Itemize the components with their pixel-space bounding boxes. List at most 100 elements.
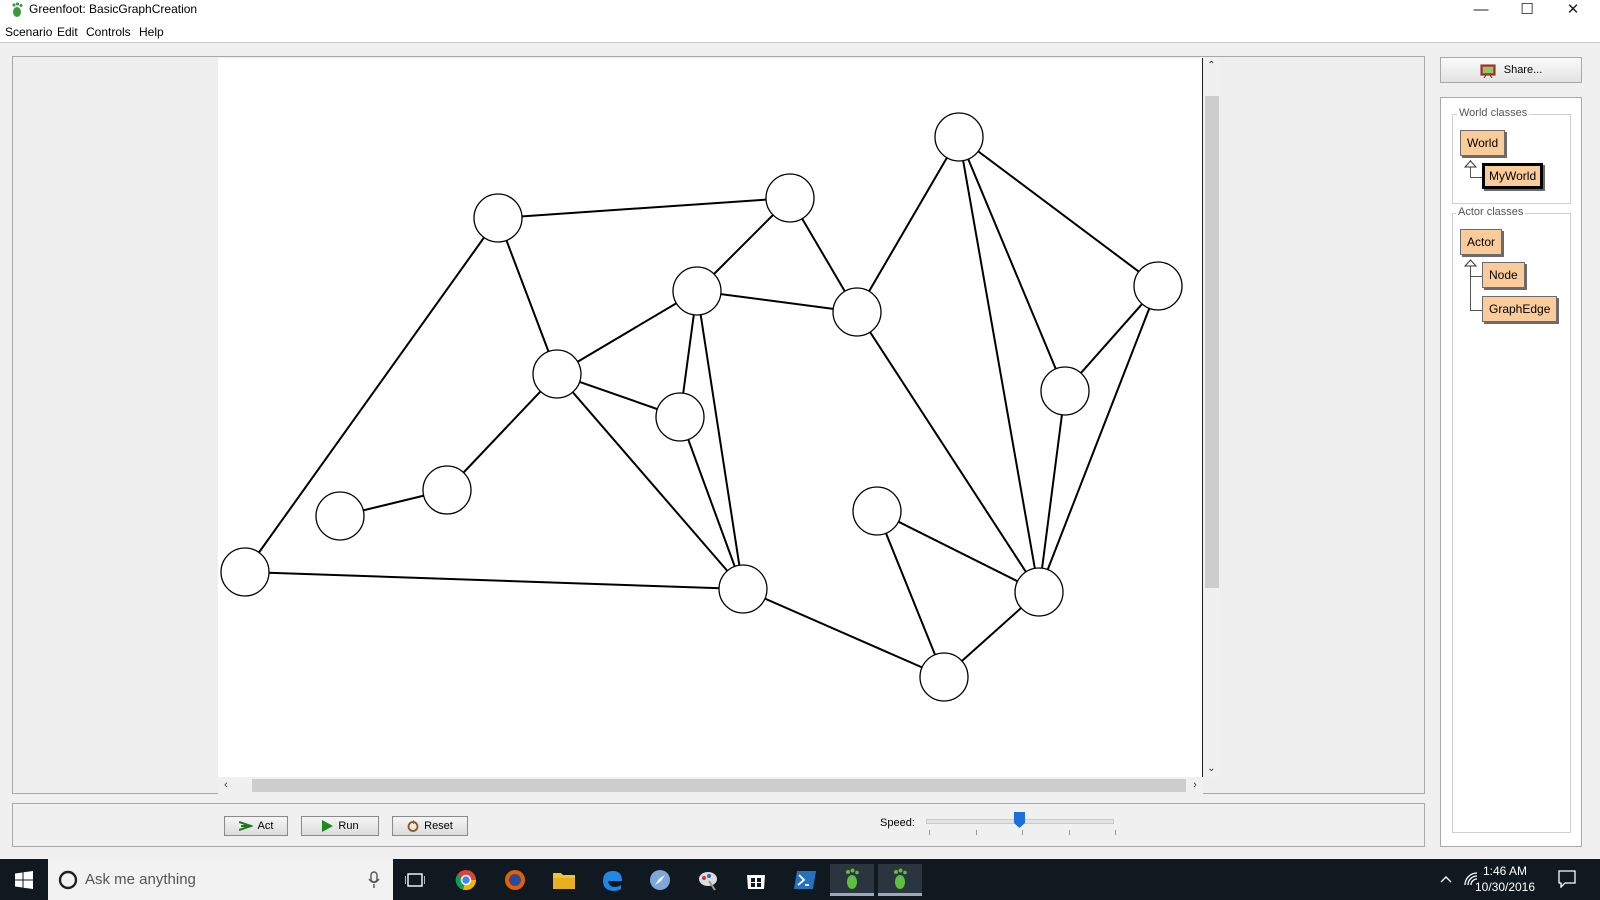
share-icon	[1480, 64, 1496, 78]
graph-edge[interactable]	[1038, 285, 1159, 593]
graph-node[interactable]	[532, 349, 582, 399]
run-label: Run	[338, 820, 359, 832]
inheritance-line	[1470, 177, 1482, 178]
menu-scenario[interactable]: Scenario	[5, 25, 52, 39]
inheritance-arrow-icon	[1464, 259, 1477, 267]
vertical-scroll-thumb[interactable]	[1205, 96, 1219, 588]
graph-node[interactable]	[934, 112, 984, 162]
speed-slider-thumb[interactable]	[1014, 812, 1025, 828]
slider-tick	[976, 830, 977, 835]
scroll-left-icon[interactable]: ‹	[218, 777, 234, 794]
graph-edge[interactable]	[876, 510, 1040, 593]
class-world[interactable]: World	[1460, 130, 1506, 156]
menu-bar: Scenario Edit Controls Help	[0, 22, 1600, 43]
graph-node[interactable]	[1040, 366, 1090, 416]
edge-icon[interactable]	[590, 864, 634, 896]
cortana-icon	[58, 870, 78, 890]
graph-node[interactable]	[852, 486, 902, 536]
greenfoot-icon-2[interactable]	[878, 864, 922, 896]
graph-edge[interactable]	[958, 136, 1040, 593]
action-center-icon[interactable]	[1558, 870, 1576, 888]
reset-button[interactable]: Reset	[392, 816, 468, 836]
horizontal-scrollbar[interactable]: ‹ ›	[218, 777, 1203, 794]
act-icon	[238, 821, 253, 831]
graph-edge[interactable]	[244, 217, 499, 573]
file-explorer-icon[interactable]	[542, 864, 586, 896]
greenfoot-app-icon	[12, 2, 23, 17]
graph-edge[interactable]	[856, 311, 1040, 593]
minimize-button[interactable]: —	[1458, 0, 1504, 22]
scroll-up-icon[interactable]: ⌃	[1203, 58, 1220, 74]
chrome-icon[interactable]	[444, 864, 488, 896]
slider-tick	[1069, 830, 1070, 835]
graph-node[interactable]	[832, 287, 882, 337]
start-button[interactable]	[0, 859, 48, 900]
reset-icon	[407, 820, 419, 832]
graph-node[interactable]	[422, 465, 472, 515]
close-button[interactable]: ✕	[1550, 0, 1596, 22]
class-actor[interactable]: Actor	[1460, 229, 1503, 255]
graph-node[interactable]	[655, 392, 705, 442]
search-box[interactable]: Ask me anything	[48, 859, 393, 900]
run-button[interactable]: Run	[301, 816, 379, 836]
clock-date: 10/30/2016	[1474, 880, 1536, 894]
graph-node[interactable]	[220, 547, 270, 597]
system-clock[interactable]: 1:46 AM 10/30/2016	[1470, 863, 1540, 895]
act-button[interactable]: Act	[224, 816, 288, 836]
class-graphedge[interactable]: GraphEdge	[1482, 296, 1558, 322]
task-view-icon[interactable]	[393, 864, 437, 896]
class-myworld[interactable]: MyWorld	[1482, 163, 1544, 189]
class-node[interactable]: Node	[1482, 262, 1525, 288]
firefox-icon[interactable]	[493, 864, 537, 896]
play-icon	[322, 820, 334, 832]
graph-node[interactable]	[1133, 261, 1183, 311]
microphone-icon[interactable]	[368, 871, 380, 889]
menu-edit[interactable]: Edit	[57, 25, 78, 39]
taskbar: Ask me anything 1:46 AM 10/30/2016	[0, 859, 1600, 900]
act-label: Act	[257, 820, 274, 832]
window-title: Greenfoot: BasicGraphCreation	[29, 2, 198, 16]
speed-label: Speed:	[880, 817, 915, 829]
windows-icon	[15, 870, 33, 889]
graph-edge[interactable]	[244, 571, 744, 590]
search-placeholder: Ask me anything	[85, 871, 196, 888]
graph-edge[interactable]	[497, 197, 791, 219]
graph-edge[interactable]	[958, 136, 1066, 392]
graph-node[interactable]	[765, 173, 815, 223]
scroll-down-icon[interactable]: ⌄	[1203, 761, 1220, 777]
graph-node[interactable]	[1014, 567, 1064, 617]
graph-node[interactable]	[473, 193, 523, 243]
inheritance-line	[1470, 276, 1482, 277]
world-classes-group	[1452, 114, 1571, 204]
powershell-icon[interactable]	[783, 864, 827, 896]
scroll-right-icon[interactable]: ›	[1187, 777, 1203, 794]
clock-time: 1:46 AM	[1482, 864, 1528, 878]
inheritance-line	[1470, 310, 1482, 311]
show-hidden-icons-icon[interactable]	[1440, 875, 1452, 883]
world-canvas[interactable]	[218, 58, 1203, 777]
safari-icon[interactable]	[638, 864, 682, 896]
actor-classes-label: Actor classes	[1456, 206, 1526, 218]
graph-node[interactable]	[315, 491, 365, 541]
maximize-button[interactable]: ☐	[1504, 0, 1550, 22]
share-button[interactable]: Share...	[1440, 57, 1582, 83]
graph-drawing	[220, 112, 1183, 702]
graph-edge[interactable]	[856, 136, 960, 313]
store-icon[interactable]	[734, 864, 778, 896]
inheritance-line	[1470, 260, 1471, 310]
paint-icon[interactable]	[686, 864, 730, 896]
graph-edge[interactable]	[497, 217, 558, 375]
horizontal-scroll-thumb[interactable]	[252, 779, 1186, 792]
graph-edge[interactable]	[958, 136, 1159, 287]
graph-node[interactable]	[672, 266, 722, 316]
greenfoot-icon[interactable]	[830, 864, 874, 896]
slider-tick	[929, 830, 930, 835]
graph-edge[interactable]	[1038, 390, 1066, 593]
vertical-scrollbar[interactable]: ⌃ ⌄	[1203, 58, 1220, 777]
graph-node[interactable]	[919, 652, 969, 702]
graph-node[interactable]	[718, 564, 768, 614]
menu-controls[interactable]: Controls	[86, 25, 131, 39]
share-label: Share...	[1503, 64, 1543, 76]
menu-help[interactable]: Help	[139, 25, 164, 39]
graph-edge[interactable]	[679, 416, 744, 590]
